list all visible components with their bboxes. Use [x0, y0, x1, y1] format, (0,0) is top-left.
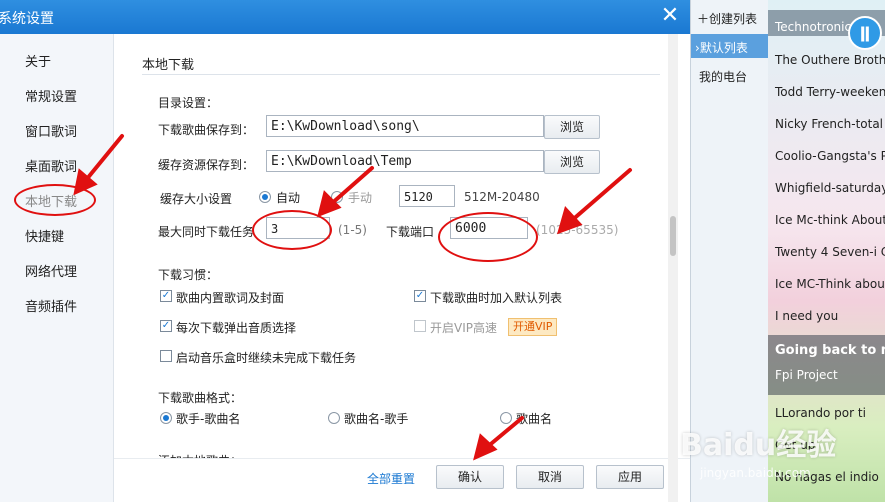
annotation-arrowhead: [473, 433, 498, 461]
annotation-arrowhead: [317, 190, 342, 218]
annotation-arrow: [484, 416, 524, 450]
annotation-arrows: [73, 134, 632, 461]
annotation-arrow: [568, 168, 632, 224]
annotation-arrowhead: [556, 206, 583, 235]
annotation-arrow: [84, 134, 124, 182]
annotation-arrow: [328, 166, 374, 207]
